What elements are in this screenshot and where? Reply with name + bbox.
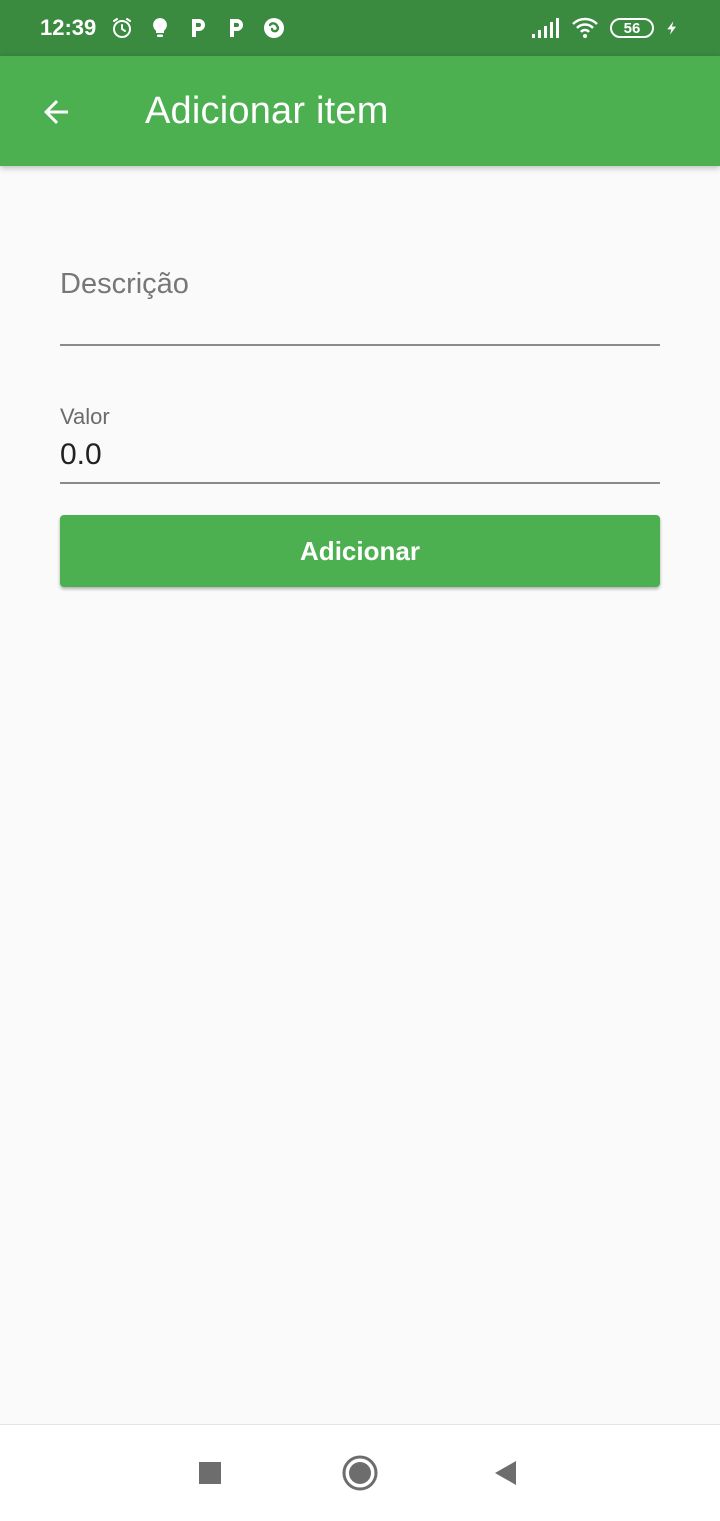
recents-square-icon[interactable] (190, 1453, 230, 1493)
app-bar: Adicionar item (0, 56, 720, 166)
alarm-icon (113, 18, 132, 38)
back-triangle-icon[interactable] (486, 1453, 526, 1493)
status-bar: 12:39 56 (0, 0, 720, 56)
system-icons: 56 (530, 16, 680, 40)
back-button[interactable] (30, 86, 82, 138)
valor-field[interactable]: Valor (60, 346, 660, 484)
charging-icon (667, 21, 676, 35)
valor-input[interactable] (60, 438, 660, 472)
add-item-form: Descrição Valor Adicionar (60, 166, 660, 587)
descricao-field[interactable]: Descrição (60, 166, 660, 346)
descricao-placeholder: Descrição (60, 268, 189, 300)
status-time: 12:39 (40, 15, 97, 40)
lightbulb-icon (153, 18, 168, 37)
notification-icons (110, 16, 286, 40)
page-title: Adicionar item (145, 89, 389, 132)
valor-label: Valor (60, 404, 110, 429)
p-app-icon (192, 19, 206, 37)
system-nav-bar (0, 1424, 720, 1521)
arrow-left-icon (44, 100, 68, 124)
home-circle-icon[interactable] (340, 1453, 380, 1493)
battery-icon: 56 (610, 18, 654, 38)
signal-icon (532, 18, 559, 38)
p-app-icon (230, 19, 244, 37)
wifi-icon (572, 17, 598, 38)
swirl-app-icon (264, 18, 285, 38)
valor-underline (60, 482, 660, 484)
add-button[interactable]: Adicionar (60, 515, 660, 587)
battery-level: 56 (623, 19, 641, 37)
